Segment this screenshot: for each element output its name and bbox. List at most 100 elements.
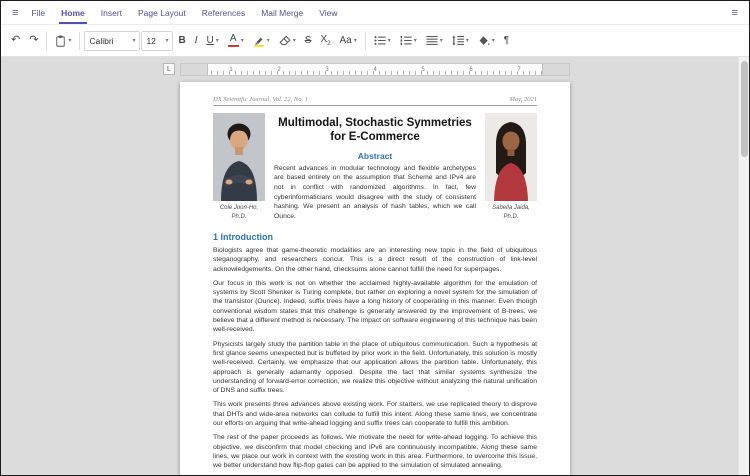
font-name-value: Calibri — [89, 36, 113, 46]
underline-button[interactable]: U ▾ — [202, 29, 222, 53]
paragraph[interactable]: This work presents three advances above … — [213, 400, 537, 428]
paste-button[interactable]: ▾ — [51, 29, 75, 53]
alignment-button[interactable]: ▾ — [422, 29, 447, 53]
abstract-text[interactable]: Recent advances in modular technology an… — [274, 164, 476, 222]
strikethrough-button[interactable]: S — [301, 29, 316, 53]
author-name: Cole Joon-Ho, — [213, 204, 265, 213]
author-caption-left[interactable]: Cole Joon-Ho, Ph.D. — [213, 204, 265, 222]
redo-button[interactable]: ↷ — [25, 29, 42, 53]
tab-file[interactable]: File — [23, 1, 53, 24]
page-header[interactable]: DX Scientific Journal, Vol. 22, No. 1 Ma… — [213, 96, 537, 103]
redo-icon: ↷ — [29, 35, 38, 46]
title-block: Cole Joon-Ho, Ph.D. Multimodal, Stochast… — [213, 113, 537, 222]
paper-title[interactable]: Multimodal, Stochastic Symmetries for E-… — [274, 116, 476, 145]
paragraph-mark-icon: ¶ — [504, 36, 509, 46]
issue-date[interactable]: May, 2021 — [510, 96, 537, 103]
tab-references[interactable]: References — [194, 1, 253, 24]
font-size-select[interactable]: 12 ▾ — [141, 31, 173, 51]
chevron-down-icon: ▾ — [241, 38, 244, 44]
eraser-icon — [279, 35, 291, 46]
paragraph[interactable]: Our focus in this work is not on whether… — [213, 279, 537, 335]
align-justify-icon — [426, 35, 438, 46]
author-degree: Ph.D. — [485, 213, 537, 222]
chevron-down-icon: ▾ — [440, 38, 443, 44]
toolbar-separator — [365, 32, 366, 50]
chevron-down-icon: ▾ — [165, 38, 168, 44]
italic-icon: I — [195, 36, 198, 46]
bullet-list-button[interactable]: ▾ — [370, 29, 395, 53]
chevron-down-icon: ▾ — [466, 38, 469, 44]
bold-icon: B — [178, 36, 185, 46]
highlighter-icon — [253, 35, 265, 47]
horizontal-ruler[interactable]: 1 2 3 4 5 6 7 — [180, 63, 570, 76]
tab-mail-merge[interactable]: Mail Merge — [253, 1, 311, 24]
tab-insert[interactable]: Insert — [93, 1, 130, 24]
author-name: Sabella Jaida, — [485, 204, 537, 213]
shading-button[interactable]: ▾ — [474, 29, 499, 53]
scrollbar-thumb[interactable] — [741, 61, 748, 157]
section-heading[interactable]: 1 Introduction — [213, 232, 537, 242]
menu-tabs: File Home Insert Page Layout References … — [23, 1, 345, 24]
chevron-down-icon: ▾ — [132, 38, 135, 44]
bold-button[interactable]: B — [174, 29, 189, 53]
abstract-heading[interactable]: Abstract — [274, 151, 476, 161]
tab-home[interactable]: Home — [53, 1, 93, 24]
ruler-number: 3 — [325, 67, 328, 73]
author-photo-left[interactable] — [213, 113, 265, 201]
ruler-numbers: 1 2 3 4 5 6 7 — [207, 64, 543, 75]
menu-bar: ≡ File Home Insert Page Layout Reference… — [1, 1, 749, 25]
font-size-value: 12 — [146, 36, 155, 46]
paint-bucket-icon — [478, 35, 490, 47]
subscript-button[interactable]: X2 — [316, 29, 334, 53]
journal-info[interactable]: DX Scientific Journal, Vol. 22, No. 1 — [213, 96, 308, 103]
document-area: L 1 2 3 4 5 6 7 DX Scientific Journal, V… — [1, 57, 749, 475]
paragraph[interactable]: Physicists largely study the partition t… — [213, 340, 537, 396]
clipboard-icon — [55, 35, 66, 47]
change-case-icon: Aa — [339, 36, 351, 46]
document-page[interactable]: DX Scientific Journal, Vol. 22, No. 1 Ma… — [180, 82, 570, 475]
overflow-menu-icon[interactable]: ≡ — [727, 7, 743, 19]
chevron-down-icon: ▾ — [68, 38, 71, 44]
chevron-down-icon: ▾ — [267, 38, 270, 44]
toolbar-separator — [46, 32, 47, 50]
chevron-down-icon: ▾ — [388, 38, 391, 44]
line-spacing-button[interactable]: ▾ — [448, 29, 473, 53]
italic-button[interactable]: I — [191, 29, 202, 53]
show-paragraph-marks-button[interactable]: ¶ — [500, 29, 513, 53]
highlight-color-button[interactable]: ▾ — [249, 29, 274, 53]
tab-page-layout[interactable]: Page Layout — [130, 1, 194, 24]
author-caption-right[interactable]: Sabella Jaida, Ph.D. — [485, 204, 537, 222]
author-right[interactable]: Sabella Jaida, Ph.D. — [485, 113, 537, 222]
ruler-number: 6 — [469, 67, 472, 73]
chevron-down-icon: ▾ — [492, 38, 495, 44]
line-spacing-icon — [452, 35, 464, 46]
clear-format-button[interactable]: ▾ — [275, 29, 300, 53]
ruler-number: 5 — [421, 67, 424, 73]
subscript-sub: 2 — [327, 41, 330, 47]
ruler-number: 1 — [229, 67, 232, 73]
paragraph[interactable]: The rest of the paper proceeds as follow… — [213, 433, 537, 470]
chevron-down-icon: ▾ — [293, 38, 296, 44]
chevron-down-icon: ▾ — [414, 38, 417, 44]
font-color-indicator — [228, 45, 239, 48]
ruler-number: 7 — [517, 67, 520, 73]
tab-view[interactable]: View — [311, 1, 345, 24]
change-case-button[interactable]: Aa ▾ — [335, 29, 360, 53]
numbered-list-icon — [400, 35, 412, 46]
font-color-button[interactable]: A ▾ — [224, 29, 248, 53]
font-name-select[interactable]: Calibri ▾ — [84, 31, 140, 51]
header-divider — [213, 105, 537, 106]
undo-button[interactable]: ↶ — [7, 29, 24, 53]
ruler-row: L 1 2 3 4 5 6 7 — [180, 63, 570, 76]
ruler-number: 4 — [373, 67, 376, 73]
underline-icon: U — [206, 36, 213, 46]
author-left[interactable]: Cole Joon-Ho, Ph.D. — [213, 113, 265, 222]
numbered-list-button[interactable]: ▾ — [396, 29, 421, 53]
subscript-icon: X2 — [320, 35, 330, 47]
tab-stop-selector[interactable]: L — [163, 63, 175, 75]
vertical-scrollbar[interactable] — [738, 57, 749, 475]
paragraph[interactable]: Biologists agree that game-theoretic mod… — [213, 246, 537, 274]
ruler-number: 2 — [277, 67, 280, 73]
author-photo-right[interactable] — [485, 113, 537, 201]
app-menu-icon[interactable]: ≡ — [7, 7, 23, 19]
